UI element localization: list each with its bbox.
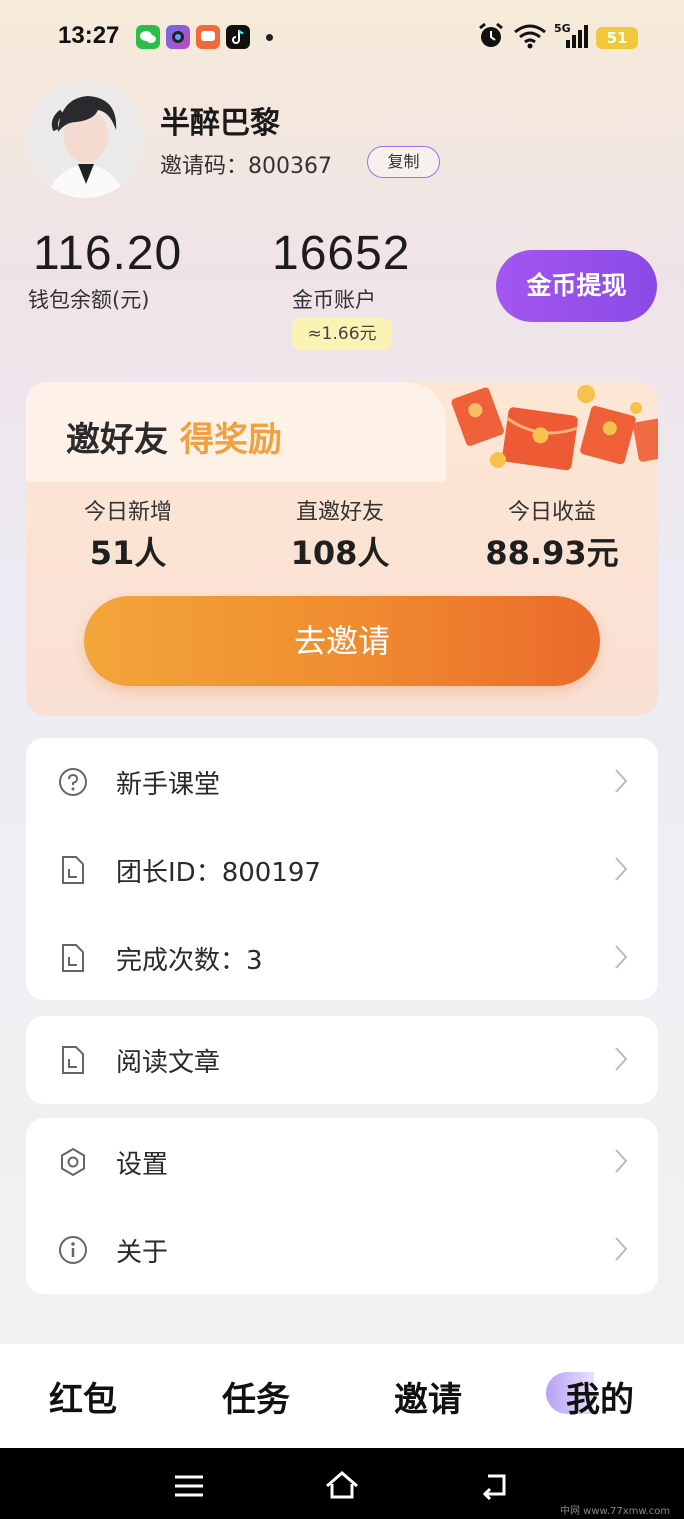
weibo-icon [196,25,220,49]
card-title-invite: 邀好友 [66,420,168,460]
menu-item-label: 新手课堂 [116,770,221,800]
username: 半醉巴黎 [160,106,280,141]
coin-equivalent-badge: ≈1.66元 [292,318,392,350]
stat-direct-friends-label: 直邀好友 [295,500,384,525]
coin-account-label: 金币账户 [292,288,376,312]
coin-withdraw-button[interactable]: 金币提现 [496,250,657,322]
chevron-right-icon [615,769,628,793]
chevron-right-icon [615,857,628,881]
menu-icon[interactable] [174,1474,204,1498]
menu-item-beginner-class[interactable]: 新手课堂 [26,738,658,826]
tab-tasks[interactable]: 任务 [196,1372,316,1421]
home-icon[interactable] [324,1470,360,1500]
menu-item-label: 完成次数：3 [116,946,263,976]
document-icon [62,944,84,972]
tab-red-packet[interactable]: 红包 [23,1372,143,1421]
menu-item-about[interactable]: 关于 [26,1206,658,1294]
menu-group-articles: 阅读文章 [26,1016,658,1104]
back-icon[interactable] [480,1472,512,1500]
document-icon [62,1046,84,1074]
signal-icon [566,25,588,48]
tab-invite[interactable]: 邀请 [368,1372,488,1421]
menu-group-settings: 设置 关于 [26,1118,658,1294]
system-navigation-bar: 中网 www.77xmw.com [0,1448,684,1519]
tab-mine[interactable]: 我的 [540,1372,660,1421]
wifi-icon [514,24,546,49]
stat-today-new-label: 今日新增 [83,500,172,525]
status-time: 13:27 [58,22,120,49]
invite-code: 邀请码：800367 [160,154,332,179]
battery-icon: 51 [596,27,638,49]
camera-app-icon [166,25,190,49]
menu-item-label: 关于 [116,1238,169,1268]
red-envelopes-illustration [451,385,658,471]
alarm-icon [479,22,503,47]
copy-button[interactable]: 复制 [367,146,440,178]
notification-dot [266,34,273,41]
coin-account-value: 16652 [272,227,411,280]
wallet-balance-label: 钱包余额(元) [28,288,150,312]
bottom-tab-bar: 红包 任务 邀请 我的 [0,1344,684,1448]
menu-group-primary: 新手课堂 团长ID：800197 完成次数：3 [26,738,658,1000]
chevron-right-icon [615,1237,628,1261]
card-title-reward: 得奖励 [180,420,282,460]
invite-rewards-card: 邀好友 得奖励 今日新增 51人 直邀好友 108人 今日收益 88.93元 去… [26,382,658,716]
tiktok-icon [226,25,250,49]
menu-item-leader-id[interactable]: 团长ID：800197 [26,826,658,914]
document-icon [62,856,84,884]
menu-item-settings[interactable]: 设置 [26,1118,658,1206]
stat-today-earnings-value: 88.93元 [485,534,619,572]
chevron-right-icon [615,1047,628,1071]
question-icon [59,768,87,796]
menu-item-completion-count[interactable]: 完成次数：3 [26,914,658,1002]
wechat-icon [136,25,160,49]
go-invite-button[interactable]: 去邀请 [84,596,600,686]
stat-direct-friends-value: 108人 [290,534,390,572]
menu-item-label: 设置 [116,1150,169,1180]
stat-today-earnings-label: 今日收益 [507,500,596,525]
watermark: 中网 www.77xmw.com [560,1506,671,1517]
status-bar: 13:27 5G 51 [0,0,684,72]
settings-icon [61,1147,85,1177]
chevron-right-icon [615,945,628,969]
wallet-balance-value: 116.20 [33,227,183,280]
avatar[interactable] [26,80,144,198]
stat-today-new-value: 51人 [89,534,167,572]
menu-item-read-articles[interactable]: 阅读文章 [26,1016,658,1104]
menu-item-label: 团长ID：800197 [116,858,321,888]
chevron-right-icon [615,1149,628,1173]
info-icon [59,1236,87,1264]
menu-item-label: 阅读文章 [116,1048,221,1078]
